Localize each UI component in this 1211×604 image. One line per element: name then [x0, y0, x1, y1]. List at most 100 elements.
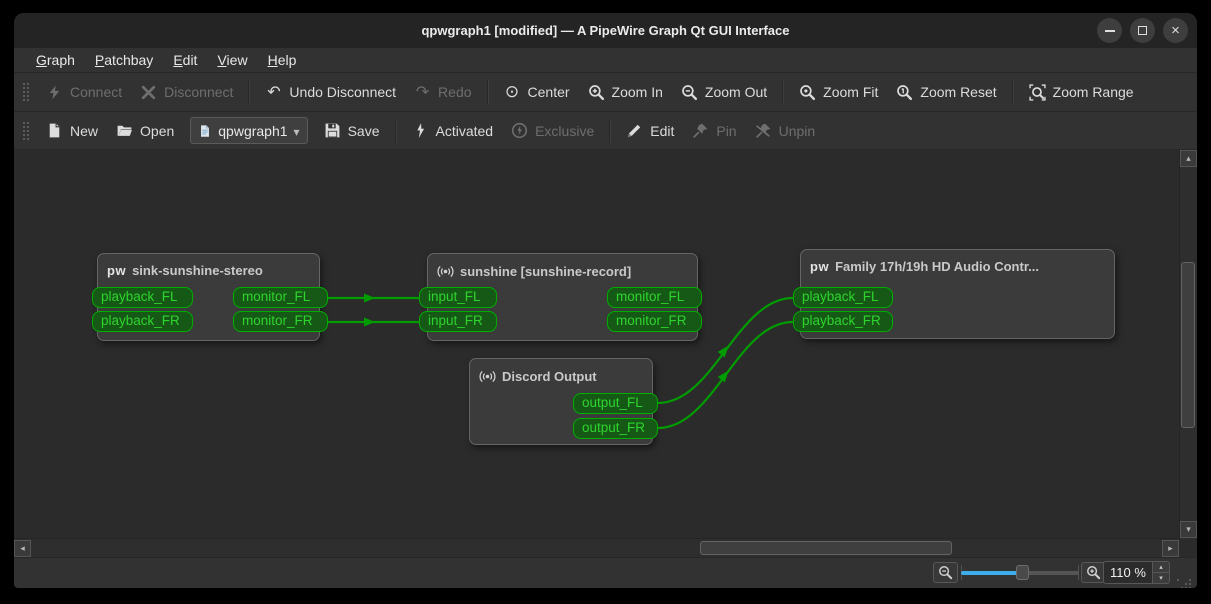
- spin-down-button[interactable]: ▾: [1153, 573, 1170, 584]
- triangle-up-icon: ▴: [1159, 564, 1163, 571]
- window-controls: ×: [1097, 18, 1188, 43]
- port-playback-fr[interactable]: playback_FR: [92, 311, 193, 332]
- zoom-slider-handle[interactable]: [1016, 565, 1029, 580]
- triangle-down-icon: ▾: [1159, 575, 1163, 582]
- window-resize-grip[interactable]: [1177, 579, 1179, 581]
- toolbar-separator: [1011, 80, 1014, 104]
- port-input-fr[interactable]: input_FR: [419, 311, 497, 332]
- port-playback-fr[interactable]: playback_FR: [793, 311, 893, 332]
- zoom-fit-button[interactable]: Zoom Fit: [790, 78, 887, 107]
- port-monitor-fr[interactable]: monitor_FR: [233, 311, 328, 332]
- zoom-range-button[interactable]: Zoom Range: [1020, 78, 1143, 107]
- port-input-fl[interactable]: input_FL: [419, 287, 497, 308]
- port-monitor-fr[interactable]: monitor_FR: [607, 311, 702, 332]
- scroll-up-button[interactable]: ▴: [1180, 150, 1197, 167]
- new-button[interactable]: New: [37, 116, 107, 145]
- node-header: sunshine [sunshine-record]: [428, 254, 697, 284]
- exclusive-button: Exclusive: [502, 116, 603, 145]
- broadcast-icon: [437, 265, 454, 278]
- save-icon: [325, 123, 339, 138]
- zoom-spinbox[interactable]: 110 % ▴ ▾: [1103, 561, 1170, 584]
- scroll-left-button[interactable]: ◂: [14, 540, 31, 557]
- vertical-scroll-thumb[interactable]: [1181, 262, 1195, 428]
- triangle-left-icon: ◂: [20, 543, 25, 553]
- horizontal-scrollbar[interactable]: ◂ ▸: [14, 538, 1179, 557]
- connect-icon: [49, 85, 60, 99]
- edit-button[interactable]: Edit: [617, 116, 683, 145]
- new-file-icon: [49, 123, 60, 138]
- exclusive-bolt-icon: [511, 122, 528, 139]
- maximize-button[interactable]: [1130, 18, 1155, 43]
- zoom-in-button[interactable]: Zoom In: [579, 78, 672, 107]
- unpin-button: Unpin: [746, 116, 825, 145]
- pipewire-icon: pw: [107, 263, 127, 278]
- zoom-fit-icon: [800, 84, 816, 100]
- triangle-right-icon: ▸: [1168, 543, 1173, 553]
- open-folder-icon: [117, 125, 132, 136]
- minimize-button[interactable]: [1097, 18, 1122, 43]
- zoom-value[interactable]: 110 %: [1103, 561, 1153, 584]
- redo-icon: [414, 84, 431, 101]
- slider-groove-filled: [961, 571, 1022, 575]
- statusbar-zoom-out-button[interactable]: [933, 562, 958, 583]
- titlebar[interactable]: qpwgraph1 [modified] — A PipeWire Graph …: [14, 13, 1197, 48]
- app-window: qpwgraph1 [modified] — A PipeWire Graph …: [14, 13, 1197, 588]
- toolbar-separator: [486, 80, 489, 104]
- toolbar-grip[interactable]: [21, 81, 29, 103]
- pin-icon: [693, 123, 708, 138]
- undo-icon: [265, 84, 282, 101]
- slider-groove-empty: [1022, 571, 1079, 575]
- node-title: Family 17h/19h HD Audio Contr...: [835, 259, 1039, 274]
- menu-view[interactable]: View: [207, 50, 257, 71]
- toolbar-grip[interactable]: [21, 119, 29, 142]
- undo-disconnect-button[interactable]: Undo Disconnect: [256, 78, 405, 107]
- menubar: Graph Patchbay Edit View Help: [14, 48, 1197, 72]
- open-button[interactable]: Open: [107, 116, 183, 145]
- menu-patchbay[interactable]: Patchbay: [85, 50, 163, 71]
- maximize-icon: [1138, 26, 1147, 35]
- zoom-out-icon: [939, 566, 953, 580]
- port-playback-fl[interactable]: playback_FL: [92, 287, 193, 308]
- scroll-down-button[interactable]: ▾: [1180, 521, 1197, 538]
- disconnect-button: Disconnect: [131, 78, 242, 107]
- save-button[interactable]: Save: [315, 116, 389, 145]
- zoom-out-button[interactable]: Zoom Out: [672, 78, 776, 107]
- horizontal-scroll-thumb[interactable]: [700, 541, 952, 555]
- node-title: Discord Output: [502, 369, 597, 384]
- center-icon: [504, 83, 521, 101]
- graph-canvas[interactable]: pw sink-sunshine-stereo playback_FL play…: [14, 149, 1197, 557]
- port-monitor-fl[interactable]: monitor_FL: [607, 287, 702, 308]
- menu-edit[interactable]: Edit: [163, 50, 207, 71]
- node-header: Discord Output: [470, 359, 652, 389]
- node-header: pw Family 17h/19h HD Audio Contr...: [801, 250, 1114, 278]
- node-title: sink-sunshine-stereo: [132, 263, 263, 278]
- toolbar-separator: [394, 118, 397, 143]
- triangle-down-icon: ▾: [1186, 524, 1191, 534]
- menu-graph[interactable]: Graph: [26, 50, 85, 71]
- pipewire-icon: pw: [810, 259, 830, 274]
- window-title: qpwgraph1 [modified] — A PipeWire Graph …: [421, 23, 790, 38]
- center-button[interactable]: Center: [495, 77, 579, 107]
- close-button[interactable]: ×: [1163, 18, 1188, 43]
- port-output-fl[interactable]: output_FL: [573, 393, 658, 414]
- port-monitor-fl[interactable]: monitor_FL: [233, 287, 328, 308]
- menu-help[interactable]: Help: [258, 50, 307, 71]
- patchbay-select[interactable]: qpwgraph1: [190, 117, 308, 144]
- vertical-scrollbar[interactable]: ▴ ▾: [1179, 150, 1197, 539]
- node-header: pw sink-sunshine-stereo: [98, 254, 319, 282]
- zoom-reset-button[interactable]: Zoom Reset: [887, 78, 1005, 107]
- zoom-slider[interactable]: [961, 558, 1079, 587]
- close-icon: ×: [1171, 22, 1180, 39]
- spin-up-button[interactable]: ▴: [1153, 561, 1170, 573]
- connect-button: Connect: [37, 78, 131, 107]
- scroll-right-button[interactable]: ▸: [1162, 540, 1179, 557]
- activated-button[interactable]: Activated: [403, 116, 503, 145]
- patchbay-file-icon: [201, 124, 210, 137]
- zoom-reset-icon: [897, 84, 913, 100]
- node-title: sunshine [sunshine-record]: [460, 264, 632, 279]
- port-output-fr[interactable]: output_FR: [573, 418, 658, 439]
- port-playback-fl[interactable]: playback_FL: [793, 287, 893, 308]
- patchbay-select-value: qpwgraph1: [218, 122, 288, 139]
- pin-button: Pin: [683, 116, 745, 145]
- toolbar-separator: [782, 80, 785, 104]
